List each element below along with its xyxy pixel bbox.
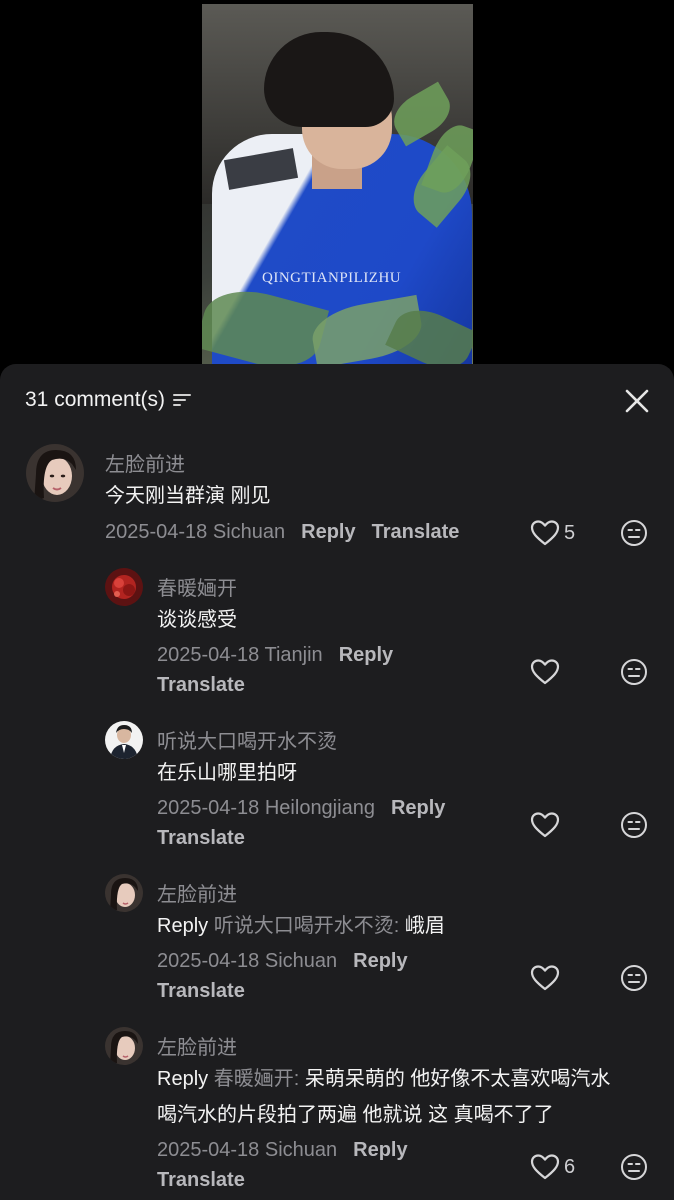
reply-prefix: Reply bbox=[157, 915, 209, 937]
translate-button[interactable]: Translate bbox=[372, 521, 460, 543]
reply-item: 听说大口喝开水不烫 在乐山哪里拍呀 2025-04-18 Heilongjian… bbox=[0, 721, 674, 861]
comment-username[interactable]: 左脸前进 bbox=[105, 448, 185, 477]
avatar[interactable] bbox=[105, 874, 143, 912]
comment-date-location: 2025-04-18 Tianjin bbox=[157, 644, 323, 666]
like-button[interactable] bbox=[530, 964, 560, 992]
comment-text: Reply 听说大口喝开水不烫: 峨眉 bbox=[157, 908, 445, 944]
heart-icon bbox=[530, 965, 560, 991]
comment-item: 左脸前进 今天刚当群演 刚见 2025-04-18 Sichuan Reply Tr… bbox=[0, 444, 674, 554]
comment-count-sort[interactable]: 31 comment(s) bbox=[25, 388, 192, 412]
comment-meta: 2025-04-18 Heilongjiang Reply Translate bbox=[157, 793, 507, 853]
comment-body-line2: 喝汽水的片段拍了两遍 他就说 这 真喝不了了 bbox=[157, 1104, 554, 1126]
comment-meta: 2025-04-18 Sichuan Reply Translate bbox=[157, 1135, 507, 1195]
heart-icon bbox=[530, 659, 560, 685]
translate-button[interactable]: Translate bbox=[157, 980, 245, 1002]
reply-button[interactable]: Reply bbox=[301, 521, 355, 543]
reply-target-user[interactable]: 听说大口喝开水不烫: bbox=[214, 915, 400, 937]
avatar[interactable] bbox=[105, 1027, 143, 1065]
reply-button[interactable]: Reply bbox=[353, 1139, 407, 1161]
reply-item: 春暖婳开 谈谈感受 2025-04-18 Tianjin Reply Transla… bbox=[0, 568, 674, 708]
comment-text: Reply 春暖婳开: 呆萌呆萌的 他好像不太喜欢喝汽水 喝汽水的片段拍了两遍 … bbox=[157, 1061, 657, 1133]
reply-button[interactable]: Reply bbox=[391, 797, 445, 819]
comment-text: 今天刚当群演 刚见 bbox=[105, 485, 271, 507]
close-icon[interactable] bbox=[622, 386, 652, 416]
comment-count: 31 comment(s) bbox=[25, 388, 166, 411]
video-player[interactable]: QINGTIANPILIZHU bbox=[0, 0, 674, 380]
video-watermark: QINGTIANPILIZHU bbox=[262, 270, 402, 286]
reply-button[interactable]: Reply bbox=[353, 950, 407, 972]
translate-button[interactable]: Translate bbox=[157, 827, 245, 849]
emoji-reaction-icon[interactable] bbox=[620, 658, 648, 686]
comment-username[interactable]: 春暖婳开 bbox=[157, 572, 237, 601]
comment-date-location: 2025-04-18 Sichuan bbox=[157, 950, 338, 972]
like-button[interactable] bbox=[530, 658, 560, 686]
like-count: 6 bbox=[564, 1155, 576, 1178]
comments-sheet: 31 comment(s) 左脸前进 今天刚当群演 刚见 2025-04-18 … bbox=[0, 364, 674, 1200]
heart-icon bbox=[530, 812, 560, 838]
translate-button[interactable]: Translate bbox=[157, 674, 245, 696]
emoji-reaction-icon[interactable] bbox=[620, 1153, 648, 1181]
comment-date-location: 2025-04-18 Heilongjiang bbox=[157, 797, 375, 819]
comment-meta: 2025-04-18 Sichuan Reply Translate bbox=[157, 946, 507, 1006]
emoji-reaction-icon[interactable] bbox=[620, 519, 648, 547]
reply-target-user[interactable]: 春暖婳开: bbox=[214, 1068, 300, 1090]
translate-button[interactable]: Translate bbox=[157, 1169, 245, 1191]
comment-meta: 2025-04-18 Tianjin Reply Translate bbox=[157, 640, 507, 700]
like-button[interactable]: 5 bbox=[530, 519, 575, 547]
heart-icon bbox=[530, 520, 560, 546]
avatar[interactable] bbox=[105, 721, 143, 759]
comments-header: 31 comment(s) bbox=[0, 364, 674, 436]
comment-date-location: 2025-04-18 Sichuan bbox=[157, 1139, 338, 1161]
comment-body-line1: 呆萌呆萌的 他好像不太喜欢喝汽水 bbox=[299, 1068, 611, 1090]
like-count: 5 bbox=[564, 521, 576, 544]
heart-icon bbox=[530, 1154, 560, 1180]
comment-username[interactable]: 左脸前进 bbox=[157, 878, 237, 907]
emoji-reaction-icon[interactable] bbox=[620, 811, 648, 839]
avatar[interactable] bbox=[26, 444, 84, 502]
sort-filter-icon[interactable] bbox=[173, 392, 192, 408]
comment-username[interactable]: 左脸前进 bbox=[157, 1031, 237, 1060]
reply-item: 左脸前进 Reply 听说大口喝开水不烫: 峨眉 2025-04-18 Sich… bbox=[0, 874, 674, 1014]
comment-text: 谈谈感受 bbox=[157, 609, 237, 631]
comment-date-location: 2025-04-18 Sichuan bbox=[105, 521, 286, 543]
video-frame[interactable]: QINGTIANPILIZHU bbox=[202, 4, 473, 364]
emoji-reaction-icon[interactable] bbox=[620, 964, 648, 992]
like-button[interactable]: 6 bbox=[530, 1153, 575, 1181]
comment-meta: 2025-04-18 Sichuan Reply Translate bbox=[105, 517, 459, 547]
comment-username[interactable]: 听说大口喝开水不烫 bbox=[157, 725, 337, 754]
comment-body: 峨眉 bbox=[399, 915, 445, 937]
reply-button[interactable]: Reply bbox=[339, 644, 393, 666]
like-button[interactable] bbox=[530, 811, 560, 839]
avatar[interactable] bbox=[105, 568, 143, 606]
comment-text: 在乐山哪里拍呀 bbox=[157, 762, 297, 784]
reply-item: 左脸前进 Reply 春暖婳开: 呆萌呆萌的 他好像不太喜欢喝汽水 喝汽水的片段… bbox=[0, 1027, 674, 1200]
reply-prefix: Reply bbox=[157, 1068, 209, 1090]
